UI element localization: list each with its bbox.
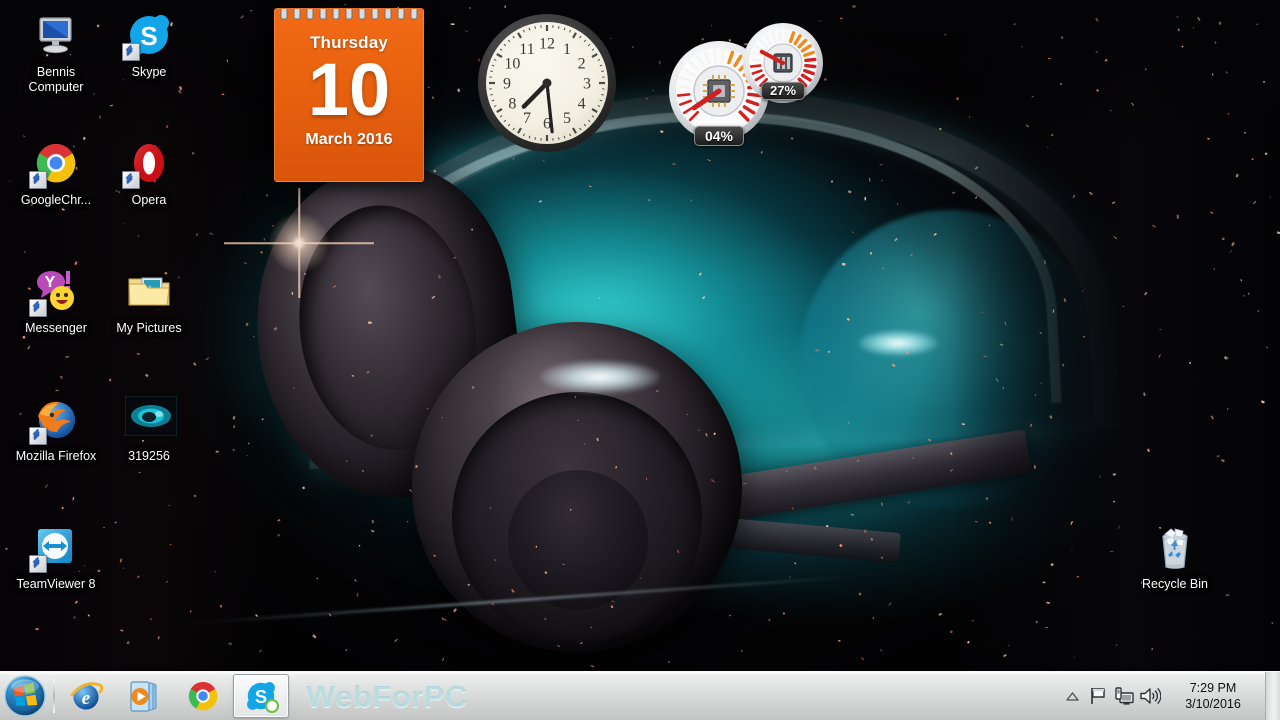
taskbar-left-section[interactable]: e S WebForPC [0,672,468,720]
svg-text:8: 8 [508,96,516,113]
shortcut-overlay-icon [122,171,140,189]
svg-text:e: e [82,688,91,709]
teamviewer-icon [29,524,80,573]
shortcut-overlay-icon [122,43,140,61]
taskbar-button-chrome[interactable] [175,674,231,718]
desktop-icon-label: My Pictures [116,321,182,335]
desktop-icon-label: Recycle Bin [1142,577,1208,591]
svg-text:1: 1 [563,41,571,58]
shortcut-overlay-icon [29,427,47,445]
svg-text:5: 5 [563,110,571,127]
svg-text:2: 2 [578,56,586,73]
skype-icon: S [245,680,279,713]
network-button[interactable] [1111,675,1137,717]
yahoo-messenger-icon: Y [29,268,80,317]
desktop-icon-label: Opera [131,193,167,207]
internet-explorer-icon: e [70,679,104,713]
start-button[interactable] [0,673,50,719]
webforpc-watermark: WebForPC [306,678,468,714]
svg-text:11: 11 [519,41,534,58]
action-center-button[interactable] [1085,675,1111,717]
cpu-meter-value: 04% [694,126,744,146]
shortcut-overlay-icon [29,299,47,317]
wallpaper-spark-particles [5,3,1280,691]
opera-icon [122,140,173,189]
folder-pictures-icon [125,268,173,316]
desktop-icon-label: Messenger [25,321,87,335]
chevron-up-icon [1065,691,1079,701]
svg-text:4: 4 [578,96,586,113]
clock-date-button[interactable]: 7:29 PM 3/10/2016 [1163,680,1263,712]
calendar-day-number: 10 [307,48,391,131]
memory-meter-gadget[interactable]: 27% [742,22,824,104]
taskbar-button-windows-media-player[interactable] [117,674,173,718]
svg-text:9: 9 [503,76,511,93]
recycle-bin-icon [1151,524,1199,572]
flag-icon [1091,688,1105,704]
desktop-icon-recycle-bin[interactable]: Recycle Bin [1127,524,1223,592]
show-desktop-button[interactable] [1265,672,1280,720]
desktop-icon-label: Mozilla Firefox [15,449,97,463]
windows-start-orb-icon [4,675,46,717]
desktop-icon-label: TeamViewer 8 [16,577,96,591]
tray-time: 7:29 PM [1189,681,1237,695]
desktop-icon-teamviewer-8[interactable]: TeamViewer 8 [8,524,104,592]
chrome-icon [186,679,220,713]
desktop-icon-label: GoogleChr... [20,193,92,207]
firefox-icon [29,396,80,445]
calendar-month-year: March 2016 [305,131,393,148]
taskbar-quick-launch[interactable]: e S [58,674,290,718]
memory-meter-value: 27% [761,82,805,100]
desktop-icon-my-pictures[interactable]: My Pictures [101,268,197,336]
taskbar[interactable]: e S WebForPC 7:29 PM 3/10/2016 [0,671,1280,720]
media-player-icon [128,679,162,713]
desktop-icon-label: Bennis Computer [28,65,84,94]
desktop-icon-label: Skype [131,65,167,79]
volume-button[interactable] [1137,675,1163,717]
desktop-icon-skype[interactable]: S Skype [101,12,197,80]
shortcut-overlay-icon [29,171,47,189]
svg-text:3: 3 [583,76,591,93]
system-tray[interactable]: 7:29 PM 3/10/2016 [1059,672,1280,720]
taskbar-button-skype[interactable]: S [233,674,289,718]
clock-gadget[interactable]: 12 1 2 3 4 5 6 7 8 9 10 11 [476,12,618,154]
svg-text:12: 12 [539,36,555,53]
show-hidden-icons-button[interactable] [1059,675,1085,717]
taskbar-separator [53,679,55,713]
calendar-gadget[interactable]: Thursday 10 March 2016 [274,8,424,182]
svg-text:7: 7 [523,110,531,127]
shortcut-overlay-icon [29,555,47,573]
skype-icon: S [122,12,173,61]
desktop-icon-opera[interactable]: Opera [101,140,197,208]
desktop[interactable]: Bennis Computer S Skype GoogleChr... Ope… [0,0,1280,720]
desktop-icon-messenger[interactable]: Y Messenger [8,268,104,336]
wallpaper [0,0,1280,720]
taskbar-button-internet-explorer[interactable]: e [59,674,115,718]
desktop-icon-mozilla-firefox[interactable]: Mozilla Firefox [8,396,104,464]
svg-text:10: 10 [504,56,520,73]
chrome-icon [29,140,80,189]
speaker-icon [1140,687,1161,705]
desktop-icon-label: 319256 [128,449,170,463]
svg-text:S: S [140,21,157,51]
desktop-icon-google-chrome[interactable]: GoogleChr... [8,140,104,208]
computer-icon [32,12,80,60]
image-thumbnail-icon [124,395,178,444]
calendar-spiral-binding [280,9,418,20]
desktop-icon-bennis-computer[interactable]: Bennis Computer [8,12,104,95]
wallpaper-lens-flare [268,212,330,274]
network-monitor-icon [1114,687,1134,705]
svg-text:Y: Y [45,274,56,291]
desktop-icon-image-319256[interactable]: 319256 [101,395,197,464]
tray-date: 3/10/2016 [1185,697,1241,711]
